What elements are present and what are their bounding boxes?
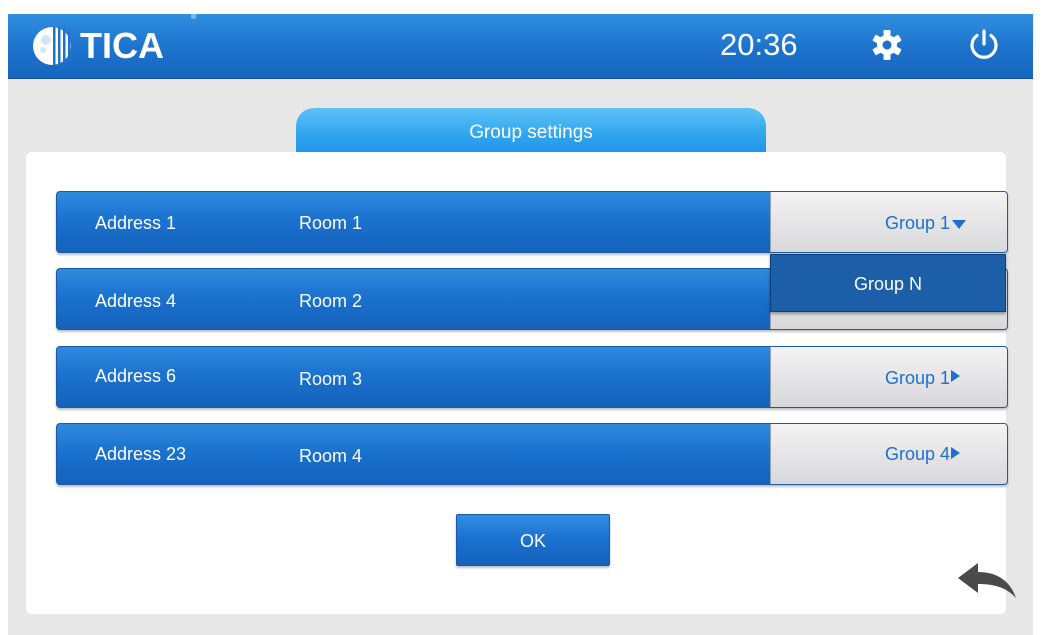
address-label: Address 23 [95,444,187,464]
brand-name: TICA [80,25,164,66]
group-selector[interactable]: Group 1 [770,347,1007,407]
triangle-right-icon [951,370,960,382]
room-label: Room 1 [299,213,363,233]
triangle-down-icon [952,220,966,229]
group-value: Group 1 [884,368,950,388]
back-arrow-icon[interactable] [956,560,1018,602]
brand-logo: TICA [32,24,164,68]
clock-time: 20:36 [720,27,798,62]
address-label: Address 1 [95,213,177,233]
power-icon[interactable] [966,27,1002,63]
group-value: Group 4 [884,444,950,464]
room-label: Room 4 [299,446,363,466]
group-selector[interactable]: Group 1 [770,192,1007,252]
address-label: Address 4 [95,291,177,311]
group-selector[interactable]: Group 4 [770,424,1007,484]
header-bar: TICA ® 20:36 [8,14,1033,79]
dropdown-option-group-n[interactable]: Group N [770,254,1006,312]
registered-mark: ® [191,14,197,21]
device-screen: TICA ® 20:36 Group settings Address 1 Ro… [8,14,1033,635]
gear-icon[interactable] [870,28,904,62]
address-row-1[interactable]: Address 1 Room 1 Group 1 [56,191,1008,253]
tica-logo-icon [33,27,71,65]
tab-group-settings: Group settings [296,108,766,156]
group-value: Group 1 [884,213,950,233]
room-label: Room 2 [299,291,363,311]
room-label: Room 3 [299,369,363,389]
address-label: Address 6 [95,366,177,386]
address-row-4[interactable]: Address 23 Room 4 Group 4 [56,423,1008,485]
ok-button[interactable]: OK [456,514,610,566]
triangle-right-icon [951,447,960,459]
address-row-3[interactable]: Address 6 Room 3 Group 1 [56,346,1008,408]
